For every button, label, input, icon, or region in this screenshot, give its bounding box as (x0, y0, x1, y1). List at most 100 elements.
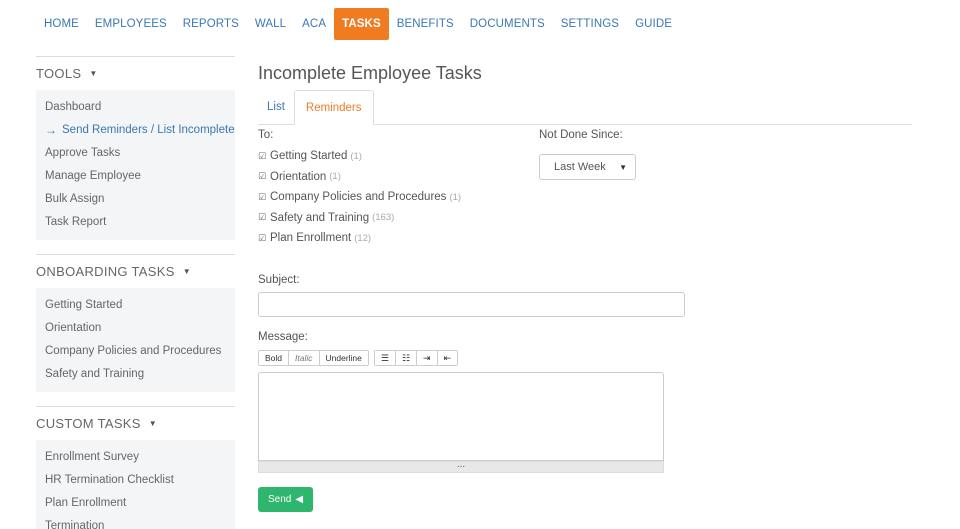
sidebar-item-dashboard[interactable]: Dashboard (36, 95, 235, 118)
list-group: ☰ ☷ ⇥ ⇤ (373, 350, 459, 366)
not-done-since-label: Not Done Since: (539, 129, 623, 141)
indent-icon[interactable]: ⇥ (417, 351, 438, 365)
to-label: To: (258, 129, 274, 141)
bold-button[interactable]: Bold (259, 351, 290, 365)
sidebar-item-label: Company Policies and Procedures (45, 344, 222, 357)
sidebar-item-enrollment-survey[interactable]: Enrollment Survey (36, 445, 235, 468)
sidebar-item-label: Send Reminders / List Incomplete (62, 123, 235, 136)
sidebar-item-label: Getting Started (45, 298, 123, 311)
tabs: List Reminders (258, 90, 912, 125)
checkbox[interactable]: ☑ (258, 151, 270, 162)
sidebar-item-label: Termination (45, 519, 105, 529)
caret-down-icon: ▼ (182, 267, 191, 276)
sidebar-item-hr-termination[interactable]: HR Termination Checklist (36, 468, 235, 491)
nav-guide[interactable]: GUIDE (627, 8, 680, 40)
not-done-since-select[interactable]: Last Week ▼ (539, 154, 636, 180)
tools-section-title: TOOLS (36, 66, 82, 81)
custom-section-title: CUSTOM TASKS (36, 416, 141, 431)
sidebar-item-orientation[interactable]: Orientation (36, 316, 235, 339)
sidebar-item-label: Bulk Assign (45, 192, 105, 205)
underline-button[interactable]: Underline (319, 351, 368, 365)
message-editor[interactable] (258, 372, 664, 461)
send-icon: ◀ (295, 494, 304, 505)
onboarding-section-title: ONBOARDING TASKS (36, 264, 175, 279)
recipient-label: Getting Started (270, 150, 348, 163)
sidebar-item-label: Manage Employee (45, 169, 141, 182)
nav-aca[interactable]: ACA (294, 8, 334, 40)
recipient-row: ☑ Orientation (1) (258, 167, 461, 188)
checkbox[interactable]: ☑ (258, 171, 270, 182)
send-button-label: Send (267, 494, 292, 505)
sidebar-item-label: Approve Tasks (45, 146, 121, 159)
recipient-label: Plan Enrollment (270, 232, 352, 245)
recipient-checklist: ☑ Getting Started (1) ☑ Orientation (1) … (258, 146, 461, 249)
checkbox[interactable]: ☑ (258, 192, 270, 203)
checkbox[interactable]: ☑ (258, 233, 270, 244)
nav-documents[interactable]: DOCUMENTS (462, 8, 553, 40)
recipient-label: Safety and Training (270, 211, 370, 224)
sidebar-item-bulk-assign[interactable]: Bulk Assign (36, 187, 235, 210)
recipient-label: Company Policies and Procedures (270, 191, 447, 204)
tools-section-toggle[interactable]: TOOLS ▼ (36, 56, 235, 90)
sidebar-item-label: Orientation (45, 321, 102, 334)
custom-section-toggle[interactable]: CUSTOM TASKS ▼ (36, 406, 235, 440)
caret-down-icon: ▼ (148, 419, 157, 428)
sidebar-item-label: Dashboard (45, 100, 102, 113)
tab-list[interactable]: List (258, 90, 294, 124)
recipient-count: (1) (449, 191, 462, 203)
sidebar-item-termination[interactable]: Termination (36, 514, 235, 529)
arrow-right-icon: → (45, 122, 57, 137)
message-label: Message: (258, 331, 308, 343)
main-content: Incomplete Employee Tasks List Reminders… (258, 56, 912, 512)
sidebar-item-label: Task Report (45, 215, 107, 228)
sidebar-item-manage-employee[interactable]: Manage Employee (36, 164, 235, 187)
recipient-row: ☑ Getting Started (1) (258, 146, 461, 167)
recipient-count: (1) (329, 171, 341, 183)
onboarding-list: Getting Started Orientation Company Poli… (36, 288, 235, 392)
sidebar-item-getting-started[interactable]: Getting Started (36, 293, 235, 316)
sidebar-item-approve-tasks[interactable]: Approve Tasks (36, 141, 235, 164)
italic-button[interactable]: Italic (289, 351, 320, 365)
caret-down-icon: ▼ (619, 162, 627, 172)
nav-settings[interactable]: SETTINGS (553, 8, 627, 40)
recipient-count: (1) (350, 150, 362, 162)
numbered-list-icon[interactable]: ☷ (395, 351, 418, 365)
tab-reminders[interactable]: Reminders (293, 90, 374, 125)
recipient-row: ☑ Plan Enrollment (12) (258, 228, 461, 249)
bullet-list-icon[interactable]: ☰ (374, 351, 396, 365)
sidebar-item-send-reminders[interactable]: → Send Reminders / List Incomplete (36, 118, 235, 141)
sidebar-item-label: Plan Enrollment (45, 496, 127, 509)
recipient-label: Orientation (270, 170, 327, 183)
sidebar-item-label: Safety and Training (45, 367, 145, 380)
nav-reports[interactable]: REPORTS (175, 8, 247, 40)
sidebar: TOOLS ▼ Dashboard → Send Reminders / List… (36, 56, 235, 529)
nav-tasks[interactable]: TASKS (334, 8, 389, 40)
outdent-icon[interactable]: ⇤ (437, 351, 458, 365)
editor-resize-handle[interactable]: ... (258, 460, 664, 473)
sidebar-item-company-policies[interactable]: Company Policies and Procedures (36, 339, 235, 362)
caret-down-icon: ▼ (89, 69, 98, 78)
editor-toolbar: Bold Italic Underline ☰ ☷ ⇥ ⇤ (258, 350, 463, 366)
sidebar-item-task-report[interactable]: Task Report (36, 210, 235, 233)
sidebar-item-label: Enrollment Survey (45, 450, 139, 463)
page-title: Incomplete Employee Tasks (258, 63, 482, 83)
nav-wall[interactable]: WALL (247, 8, 294, 40)
recipient-count: (163) (372, 212, 395, 224)
sidebar-item-safety-training[interactable]: Safety and Training (36, 362, 235, 385)
send-button[interactable]: Send ◀ (258, 487, 313, 512)
custom-list: Enrollment Survey HR Termination Checkli… (36, 440, 235, 529)
top-nav: HOME EMPLOYEES REPORTS WALL ACA TASKS BE… (36, 8, 680, 40)
subject-input[interactable] (258, 292, 685, 317)
sidebar-item-plan-enrollment[interactable]: Plan Enrollment (36, 491, 235, 514)
checkbox[interactable]: ☑ (258, 212, 270, 223)
subject-label: Subject: (258, 274, 300, 286)
select-value: Last Week (554, 161, 606, 173)
format-group: Bold Italic Underline (258, 350, 369, 366)
onboarding-section-toggle[interactable]: ONBOARDING TASKS ▼ (36, 254, 235, 288)
nav-home[interactable]: HOME (36, 8, 87, 40)
nav-employees[interactable]: EMPLOYEES (87, 8, 175, 40)
recipient-row: ☑ Company Policies and Procedures (1) (258, 187, 461, 208)
tools-list: Dashboard → Send Reminders / List Incompl… (36, 90, 235, 240)
nav-benefits[interactable]: BENEFITS (389, 8, 462, 40)
recipient-count: (12) (354, 232, 372, 244)
